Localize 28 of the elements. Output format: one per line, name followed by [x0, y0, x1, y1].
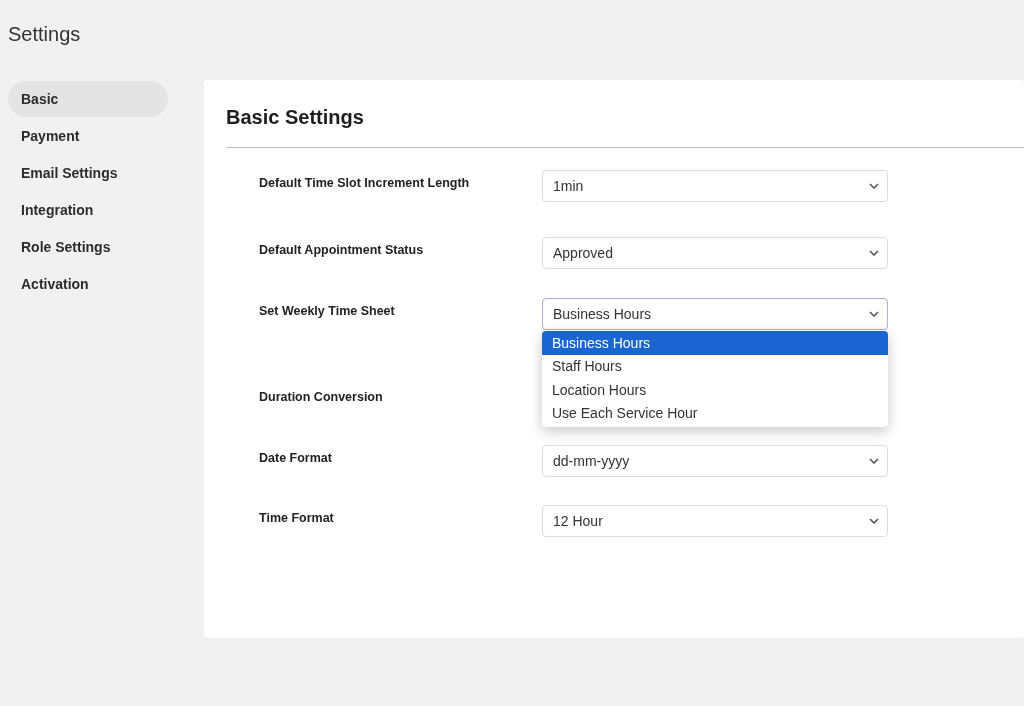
sidebar-item[interactable]: Activation	[8, 266, 168, 302]
field-label: Time Format	[259, 510, 335, 525]
field-label: Duration Conversion	[259, 389, 384, 404]
select-field[interactable]: 1min	[542, 170, 888, 202]
select-field[interactable]: 12 Hour	[542, 505, 888, 537]
field-label: Default Time Slot Increment Length	[259, 175, 471, 190]
dropdown-option[interactable]: Use Each Service Hour	[542, 401, 888, 425]
sidebar-item[interactable]: Integration	[8, 192, 168, 228]
field-label: Set Weekly Time Sheet	[259, 303, 396, 318]
dropdown-option[interactable]: Location Hours	[542, 378, 888, 402]
sidebar-item[interactable]: Email Settings	[8, 155, 168, 191]
card-title: Basic Settings	[226, 105, 365, 130]
dropdown-option[interactable]: Business Hours	[542, 331, 888, 355]
sidebar-item[interactable]: Payment	[8, 118, 168, 154]
sidebar-item[interactable]: Basic	[8, 81, 168, 117]
chevron-down-icon	[869, 518, 879, 524]
select-field[interactable]: dd-mm-yyyy	[542, 445, 888, 477]
select-field[interactable]: Business Hours	[542, 298, 888, 330]
sidebar-item[interactable]: Role Settings	[8, 229, 168, 265]
field-label: Date Format	[259, 450, 333, 465]
chevron-down-icon	[869, 183, 879, 189]
chevron-down-icon	[869, 250, 879, 256]
page-title: Settings	[8, 22, 82, 47]
select-field[interactable]: Approved	[542, 237, 888, 269]
dropdown-option[interactable]: Staff Hours	[542, 354, 888, 378]
field-label: Default Appointment Status	[259, 242, 425, 257]
chevron-down-icon	[869, 458, 879, 464]
chevron-down-icon	[869, 311, 879, 317]
